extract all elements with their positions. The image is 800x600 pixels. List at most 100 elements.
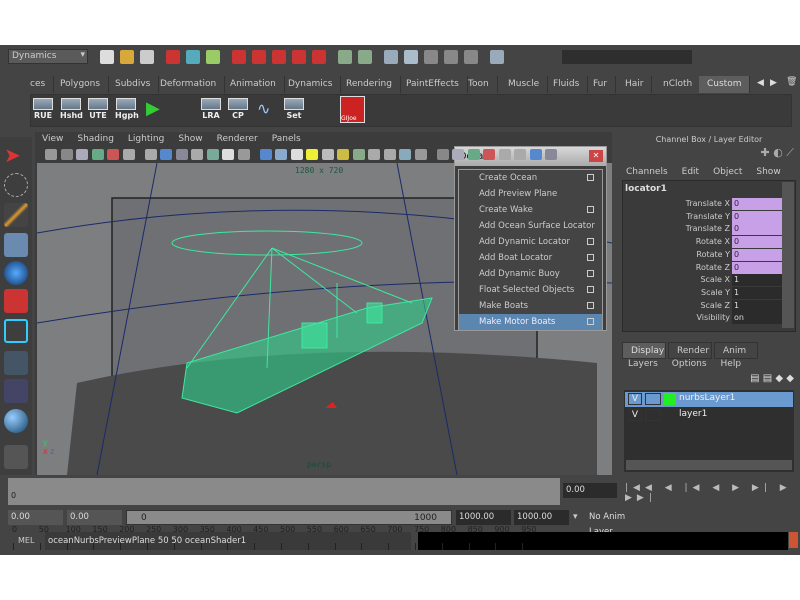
shelf-button-cp[interactable]: CP [227, 98, 249, 122]
viewport-toolbar-icon[interactable] [529, 149, 542, 160]
ocean-menu-item[interactable]: Make Motor Boats [459, 314, 602, 330]
viewport-toolbar-icon[interactable] [368, 149, 380, 160]
menu-show[interactable]: Show [756, 167, 780, 177]
tab-fluids[interactable]: Fluids [545, 76, 589, 93]
viewport-toolbar-icon[interactable] [514, 149, 526, 160]
curve-icon[interactable]: ∿ [257, 99, 270, 118]
viewport-toolbar-icon[interactable] [122, 149, 135, 160]
axis-icon[interactable] [4, 379, 28, 403]
channel-value[interactable]: 1 [732, 286, 782, 299]
tab-render[interactable]: Render [668, 342, 712, 359]
move-tool-icon[interactable] [4, 233, 28, 257]
status-tool-icon[interactable] [490, 50, 504, 64]
status-tool-icon[interactable] [206, 50, 220, 64]
viewport-toolbar-icon[interactable] [175, 149, 188, 160]
status-tool-icon[interactable] [338, 50, 352, 64]
start-time-field[interactable]: 0.00 [8, 510, 63, 525]
option-box-icon[interactable] [587, 206, 594, 213]
viewport-toolbar-icon[interactable] [60, 149, 73, 160]
viewport-toolbar-icon[interactable] [76, 149, 88, 160]
status-tool-icon[interactable] [444, 50, 458, 64]
range-slider[interactable]: 0 1000 [126, 510, 452, 525]
status-tool-icon[interactable] [252, 50, 266, 64]
status-tool-icon[interactable] [272, 50, 286, 64]
channel-value[interactable]: 0 [732, 248, 782, 261]
rotate-tool-icon[interactable] [4, 261, 28, 285]
menu-set-dropdown[interactable]: Dynamics ▾ [8, 49, 88, 64]
viewport-toolbar-icon[interactable] [452, 149, 464, 160]
ocean-menu-item[interactable]: Add Dynamic Buoy [459, 266, 602, 282]
viewport-toolbar-icon[interactable] [275, 149, 287, 160]
menu-panels[interactable]: Panels [272, 134, 301, 144]
option-box-icon[interactable] [587, 238, 594, 245]
viewport-toolbar-icon[interactable] [321, 149, 334, 160]
current-time-field[interactable]: 0.00 [563, 483, 617, 498]
anim-layer-dropdown[interactable]: No Anim Layer [586, 510, 646, 537]
status-tool-icon[interactable] [464, 50, 478, 64]
viewport-toolbar-icon[interactable] [545, 149, 557, 160]
quick-select-field[interactable] [562, 50, 692, 64]
status-tool-icon[interactable] [292, 50, 306, 64]
viewport-toolbar-icon[interactable] [191, 149, 203, 160]
menu-layers[interactable]: Layers [628, 359, 658, 369]
shelf-button-ute[interactable]: UTE [87, 98, 109, 122]
viewport-toolbar-icon[interactable] [91, 149, 104, 160]
tab-ncloth[interactable]: nCloth [655, 76, 702, 93]
time-slider[interactable] [8, 478, 560, 505]
viewport-toolbar-icon[interactable] [436, 149, 449, 160]
viewport-toolbar-icon[interactable] [337, 149, 349, 160]
menu-renderer[interactable]: Renderer [217, 134, 258, 144]
shelf-button-lra[interactable]: LRA [200, 98, 222, 122]
option-box-icon[interactable] [587, 286, 594, 293]
option-box-icon[interactable] [587, 318, 594, 325]
viewport-toolbar-icon[interactable] [45, 149, 57, 160]
status-tool-icon[interactable] [140, 50, 154, 64]
trash-icon[interactable]: 🗑 [786, 77, 797, 87]
range-slider-end[interactable]: 1000 [414, 513, 437, 523]
shelf-button-hgph[interactable]: Hgph [115, 98, 139, 122]
tab-muscle[interactable]: Muscle [500, 76, 549, 93]
option-box-icon[interactable] [587, 270, 594, 277]
status-tool-icon[interactable] [120, 50, 134, 64]
channel-value[interactable]: 1 [732, 299, 782, 312]
shelf-scroll-left[interactable]: ◀ [757, 78, 764, 88]
viewport-toolbar-icon[interactable] [483, 149, 495, 160]
channel-row[interactable]: Scale Z1 [624, 299, 782, 313]
menu-lighting[interactable]: Lighting [128, 134, 164, 144]
status-tool-icon[interactable] [186, 50, 200, 64]
ocean-menu-item[interactable]: Add Dynamic Locator [459, 234, 602, 250]
menu-view[interactable]: View [42, 134, 63, 144]
channel-row[interactable]: Translate Z0 [624, 223, 782, 236]
viewport-toolbar-icon[interactable] [222, 149, 234, 160]
channel-value[interactable]: 0 [732, 236, 782, 249]
ocean-menu-item[interactable]: Add Ocean Surface Locator [459, 218, 602, 234]
template-toggle[interactable] [645, 409, 661, 421]
viewport-toolbar-icon[interactable] [290, 149, 303, 160]
channel-row[interactable]: Rotate Y0 [624, 248, 782, 262]
status-tool-icon[interactable] [404, 50, 418, 64]
anim-layer-chevron-icon[interactable]: ▾ [573, 512, 578, 522]
option-box-icon[interactable] [587, 174, 594, 181]
shelf-scroll-right[interactable]: ▶ [770, 78, 777, 88]
ocean-menu-item[interactable]: Create Ocean [459, 170, 602, 186]
menu-options[interactable]: Options [672, 359, 707, 369]
tab-toon[interactable]: Toon [460, 76, 498, 93]
status-tool-icon[interactable] [424, 50, 438, 64]
viewport-toolbar-icon[interactable] [498, 149, 511, 160]
channel-row[interactable]: Scale Y1 [624, 286, 782, 300]
layer-tool-icons[interactable]: ▤ ▤ ◆ ◆ [750, 373, 794, 384]
status-tool-icon[interactable] [100, 50, 114, 64]
ocean-menu-item[interactable]: Add Boat Locator [459, 250, 602, 266]
shelf-button-rue[interactable]: RUE [32, 98, 54, 122]
viewport-toolbar-icon[interactable] [306, 149, 318, 160]
tab-display[interactable]: Display [622, 342, 666, 359]
viewport-toolbar-icon[interactable] [206, 149, 219, 160]
viewport-toolbar-icon[interactable] [467, 149, 480, 160]
select-tool-icon[interactable]: ➤ [4, 143, 28, 167]
scale-tool-icon[interactable] [4, 289, 28, 313]
layout-icon[interactable] [4, 351, 28, 375]
layer-color-swatch[interactable] [664, 409, 676, 421]
layer-color-swatch[interactable] [664, 393, 676, 405]
layer-row[interactable]: V nurbsLayer1 [625, 392, 793, 407]
channel-value[interactable]: 0 [732, 198, 782, 210]
